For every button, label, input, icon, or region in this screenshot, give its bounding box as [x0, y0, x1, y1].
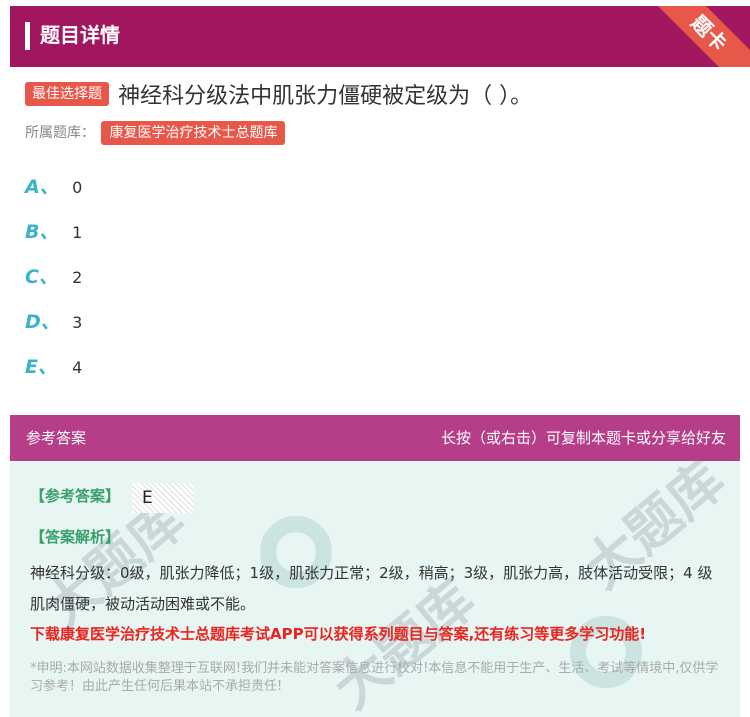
reference-answer-value: E [132, 483, 194, 513]
answer-header-title: 参考答案 [26, 429, 87, 447]
option-b[interactable]: B、 1 [25, 217, 82, 247]
option-d[interactable]: D、 3 [25, 307, 82, 337]
option-text: 1 [72, 223, 83, 242]
option-letter: E、 [25, 356, 57, 378]
reference-answer-label: 【参考答案】 [30, 487, 121, 505]
option-letter: D、 [25, 311, 60, 333]
option-c[interactable]: C、 2 [25, 262, 82, 292]
option-a[interactable]: A、 0 [25, 172, 82, 202]
option-text: 0 [72, 178, 83, 197]
question-text: 神经科分级法中肌张力僵硬被定级为（ ）。 [118, 84, 533, 109]
question-bank-label: 所属题库： [25, 125, 95, 141]
answer-panel: 大题库 大题库 大题库 【参考答案】 E 【答案解析】 神经科分级：0级，肌张力… [10, 461, 740, 717]
option-e[interactable]: E、 4 [25, 352, 82, 382]
share-hint: 长按（或右击）可复制本题卡或分享给好友 [440, 429, 726, 447]
option-letter: C、 [25, 266, 58, 288]
option-letter: B、 [25, 221, 59, 243]
question-bank-tag[interactable]: 康复医学治疗技术士总题库 [101, 121, 286, 145]
analysis-text: 神经科分级：0级，肌张力降低；1级，肌张力正常；2级，稍高；3级，肌张力高，肢体… [30, 564, 713, 613]
question-bank: 所属题库： 康复医学治疗技术士总题库 [25, 121, 286, 145]
page-title: 题目详情 [40, 23, 120, 47]
header-accent-bar [25, 22, 30, 50]
option-text: 4 [72, 358, 83, 377]
option-text: 2 [72, 268, 83, 287]
page-header: 题目详情 题卡 [10, 6, 750, 67]
question-line: 最佳选择题 神经科分级法中肌张力僵硬被定级为（ ）。 [25, 78, 740, 110]
answer-header: 参考答案 长按（或右击）可复制本题卡或分享给好友 [10, 415, 740, 461]
question-type-badge: 最佳选择题 [25, 82, 109, 106]
analysis-label: 【答案解析】 [30, 528, 121, 546]
disclaimer: *申明:本网站数据收集整理于互联网!我们并未能对答案信息进行校对!本信息不能用于… [30, 661, 719, 694]
app-promo-link[interactable]: 下载康复医学治疗技术士总题库考试APP可以获得系列题目与答案,还有练习等更多学习… [30, 623, 646, 644]
option-text: 3 [72, 313, 83, 332]
option-letter: A、 [25, 176, 59, 198]
corner-ribbon: 题卡 [643, 6, 750, 67]
